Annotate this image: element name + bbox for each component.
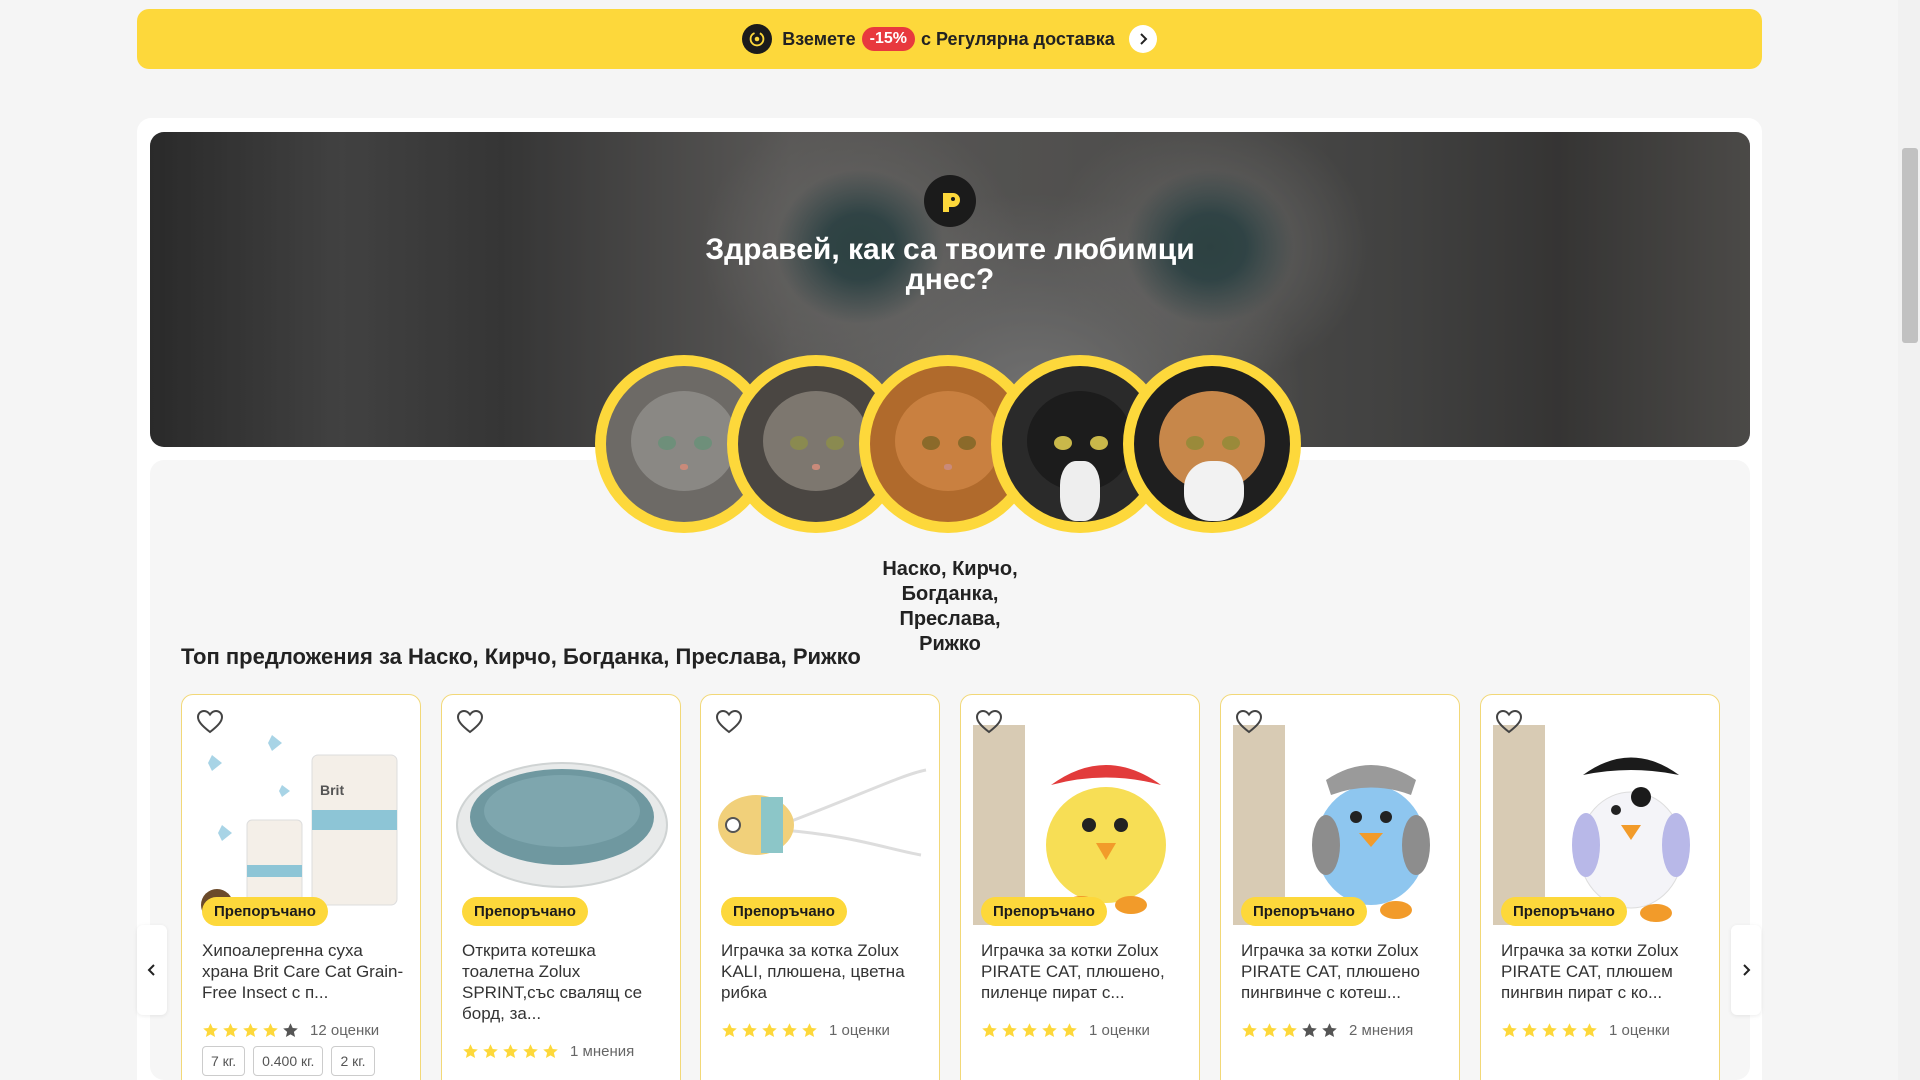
star-icon xyxy=(1062,1023,1077,1037)
star-icon xyxy=(1302,1023,1317,1037)
product-rating: 1 оценки xyxy=(721,1022,890,1039)
product-rating: 2 мнения xyxy=(1241,1022,1413,1039)
heart-outline-icon[interactable] xyxy=(1235,709,1263,735)
scrollbar-thumb[interactable] xyxy=(1902,148,1918,343)
star-icon xyxy=(263,1023,278,1037)
star-icon xyxy=(283,1023,298,1037)
chevron-right-icon xyxy=(1743,964,1751,976)
chevron-left-icon xyxy=(147,964,155,976)
star-icon xyxy=(1042,1023,1057,1037)
product-card[interactable]: Препоръчано Играчка за котки Zolux PIRAT… xyxy=(1220,694,1460,1080)
rating-count: 1 оценки xyxy=(1609,1022,1670,1039)
recommended-badge: Препоръчано xyxy=(1501,897,1627,926)
recommended-badge: Препоръчано xyxy=(202,897,328,926)
product-image xyxy=(456,762,668,888)
star-icon xyxy=(1502,1023,1517,1037)
star-icon xyxy=(1322,1023,1337,1037)
promo-text: Вземете -15% с Регулярна доставка xyxy=(782,27,1115,51)
pet-avatars[interactable] xyxy=(595,355,1305,535)
product-name[interactable]: Играчка за котки Zolux PIRATE CAT, плюше… xyxy=(1501,940,1706,1003)
product-image xyxy=(1233,725,1430,925)
hero-greeting: Здравей, как са твоите любимци днес? xyxy=(705,233,1195,296)
chevron-right-icon[interactable] xyxy=(1128,25,1157,53)
heart-outline-icon[interactable] xyxy=(715,709,743,735)
star-icon xyxy=(1022,1023,1037,1037)
product-rating: 12 оценки xyxy=(202,1022,379,1039)
star-icon xyxy=(1562,1023,1577,1037)
carousel-next-button[interactable] xyxy=(1731,925,1761,1015)
star-icon xyxy=(1262,1023,1277,1037)
product-card[interactable]: Препоръчано Играчка за котка Zolux KALI,… xyxy=(700,694,940,1080)
svg-text:Brit: Brit xyxy=(320,782,344,798)
rating-count: 2 мнения xyxy=(1349,1022,1414,1039)
product-image: Brit xyxy=(201,735,398,921)
star-icon xyxy=(543,1044,558,1058)
star-icon xyxy=(1002,1023,1017,1037)
heart-outline-icon[interactable] xyxy=(1495,709,1523,735)
recommended-badge: Препоръчано xyxy=(462,897,588,926)
pet-photo xyxy=(1134,366,1290,522)
promo-suffix: с Регулярна доставка xyxy=(920,28,1115,49)
recommended-badge: Препоръчано xyxy=(1241,897,1367,926)
weight-option[interactable]: 0.400 кг. xyxy=(253,1046,324,1076)
star-icon xyxy=(722,1023,737,1037)
star-icon xyxy=(463,1044,478,1058)
regular-delivery-promo-bar[interactable]: Вземете -15% с Регулярна доставка xyxy=(137,9,1762,69)
product-name[interactable]: Играчка за котки Zolux PIRATE CAT, плюше… xyxy=(981,940,1186,1003)
heart-outline-icon[interactable] xyxy=(196,709,224,735)
product-card[interactable]: Препоръчано Открита котешка тоалетна Zol… xyxy=(441,694,681,1080)
offers-title: Топ предложения за Наско, Кирчо, Богданк… xyxy=(181,644,861,669)
pet-avatar[interactable] xyxy=(1123,355,1301,533)
rating-count: 1 оценки xyxy=(1089,1022,1150,1039)
star-icon xyxy=(762,1023,777,1037)
star-icon xyxy=(1542,1023,1557,1037)
star-icon xyxy=(802,1023,817,1037)
recommended-badge: Препоръчано xyxy=(721,897,847,926)
star-icon xyxy=(1242,1023,1257,1037)
product-name[interactable]: Играчка за котка Zolux KALI, плюшена, цв… xyxy=(721,940,926,1003)
star-icon xyxy=(1522,1023,1537,1037)
star-icon xyxy=(503,1044,518,1058)
star-icon xyxy=(243,1023,258,1037)
weight-option[interactable]: 2 кг. xyxy=(331,1046,375,1076)
pet-names-label: Наско, Кирчо, Богданка, Преслава, Рижко xyxy=(882,558,1018,655)
recommended-badge: Препоръчано xyxy=(981,897,1107,926)
product-rating: 1 оценки xyxy=(1501,1022,1670,1039)
product-card[interactable]: Препоръчано Играчка за котки Zolux PIRAT… xyxy=(1480,694,1720,1080)
rating-count: 12 оценки xyxy=(310,1022,380,1039)
product-name[interactable]: Открита котешка тоалетна Zolux SPRINT,съ… xyxy=(462,940,667,1024)
star-icon xyxy=(203,1023,218,1037)
product-rating: 1 мнения xyxy=(462,1043,634,1060)
product-card[interactable]: Brit Препоръчано Хипоалергенна суха хран… xyxy=(181,694,421,1080)
weight-option[interactable]: 7 кг. xyxy=(202,1046,246,1076)
rating-count: 1 мнения xyxy=(570,1043,635,1060)
star-icon xyxy=(782,1023,797,1037)
promo-prefix: Вземете xyxy=(782,28,856,49)
heart-outline-icon[interactable] xyxy=(456,709,484,735)
product-rating: 1 оценки xyxy=(981,1022,1150,1039)
promo-discount-badge: -15% xyxy=(861,27,915,51)
star-icon xyxy=(982,1023,997,1037)
heart-outline-icon[interactable] xyxy=(975,709,1003,735)
star-icon xyxy=(1282,1023,1297,1037)
star-icon xyxy=(223,1023,238,1037)
star-icon xyxy=(1582,1023,1597,1037)
carousel-prev-button[interactable] xyxy=(137,925,167,1015)
rating-count: 1 оценки xyxy=(829,1022,890,1039)
product-image xyxy=(973,725,1166,925)
product-card[interactable]: Препоръчано Играчка за котки Zolux PIRAT… xyxy=(960,694,1200,1080)
weight-options: 7 кг. 0.400 кг. 2 кг. xyxy=(202,1046,375,1076)
star-icon xyxy=(742,1023,757,1037)
star-icon xyxy=(483,1044,498,1058)
delivery-cycle-icon xyxy=(742,24,773,54)
brand-logo-icon xyxy=(924,175,976,227)
star-icon xyxy=(523,1044,538,1058)
product-image xyxy=(1493,725,1690,925)
product-name[interactable]: Хипоалергенна суха храна Brit Care Cat G… xyxy=(202,940,407,1003)
product-image xyxy=(718,768,927,857)
product-name[interactable]: Играчка за котки Zolux PIRATE CAT, плюше… xyxy=(1241,940,1446,1003)
